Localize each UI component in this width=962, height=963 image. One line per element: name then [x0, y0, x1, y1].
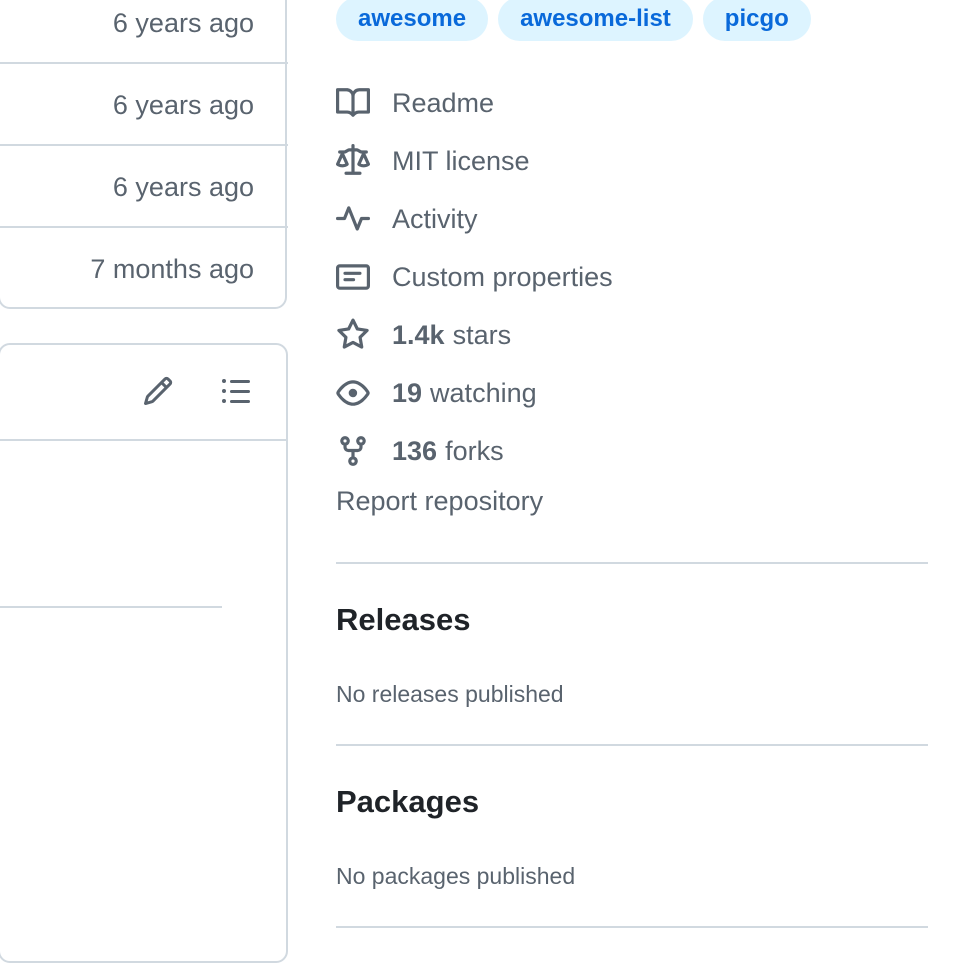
packages-heading[interactable]: Packages: [336, 784, 479, 820]
law-icon: [336, 144, 370, 178]
readme-header: [0, 345, 286, 441]
activity-link[interactable]: Activity: [336, 190, 936, 248]
readme-label: Readme: [392, 87, 495, 118]
forks-count: 136: [392, 435, 438, 466]
topic-list: awesome awesome-list picgo: [336, 0, 811, 41]
custom-properties-link[interactable]: Custom properties: [336, 248, 936, 306]
topic-tag[interactable]: picgo: [702, 0, 811, 41]
note-icon: [336, 260, 370, 294]
repo-forked-icon: [336, 434, 370, 468]
stars-label: stars: [452, 319, 512, 350]
file-row[interactable]: 6 years ago: [0, 146, 288, 228]
readme-divider: [0, 606, 222, 608]
activity-label: Activity: [392, 203, 478, 234]
releases-empty-text: No releases published: [336, 681, 564, 707]
edit-button[interactable]: [138, 371, 178, 411]
section-divider: [336, 562, 928, 564]
star-icon: [336, 318, 370, 352]
packages-empty-text: No packages published: [336, 863, 576, 889]
commit-time: 7 months ago: [90, 254, 254, 284]
license-link[interactable]: MIT license: [336, 132, 936, 190]
outline-button[interactable]: [216, 371, 256, 411]
book-icon: [336, 86, 370, 120]
commit-time: 6 years ago: [112, 90, 254, 120]
pulse-icon: [336, 202, 370, 236]
topic-tag[interactable]: awesome-list: [498, 0, 693, 41]
forks-link[interactable]: 136 forks: [336, 422, 936, 480]
releases-heading[interactable]: Releases: [336, 602, 470, 638]
readme-panel: [0, 343, 288, 963]
custom-properties-label: Custom properties: [392, 261, 613, 292]
pencil-icon: [143, 376, 173, 406]
file-row[interactable]: 6 years ago: [0, 64, 288, 146]
commit-time: 6 years ago: [112, 8, 254, 38]
license-label: MIT license: [392, 145, 530, 176]
stars-link[interactable]: 1.4k stars: [336, 306, 936, 364]
section-divider: [336, 744, 928, 746]
section-divider: [336, 926, 928, 928]
file-row[interactable]: 6 years ago: [0, 0, 288, 64]
watching-count: 19: [392, 377, 423, 408]
topic-tag[interactable]: awesome: [336, 0, 489, 41]
forks-label: forks: [445, 435, 504, 466]
readme-tab-underline: [0, 439, 130, 441]
commit-time: 6 years ago: [112, 172, 254, 202]
list-unordered-icon: [222, 379, 250, 403]
stars-count: 1.4k: [392, 319, 445, 350]
about-meta-list: Readme MIT license Activity Custom prope…: [336, 74, 936, 480]
file-list: 6 years ago 6 years ago 6 years ago 7 mo…: [0, 0, 288, 310]
watching-label: watching: [430, 377, 537, 408]
file-row[interactable]: 7 months ago: [0, 228, 288, 310]
watching-link[interactable]: 19 watching: [336, 364, 936, 422]
eye-icon: [336, 376, 370, 410]
report-repository-link[interactable]: Report repository: [336, 486, 543, 517]
readme-link[interactable]: Readme: [336, 74, 936, 132]
